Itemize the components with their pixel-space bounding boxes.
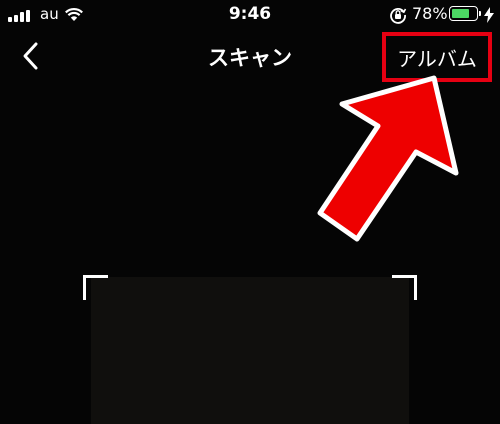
scan-corner-top-left	[83, 275, 108, 300]
scan-frame	[83, 275, 417, 424]
scan-corner-top-right	[392, 275, 417, 300]
camera-preview	[91, 277, 409, 424]
